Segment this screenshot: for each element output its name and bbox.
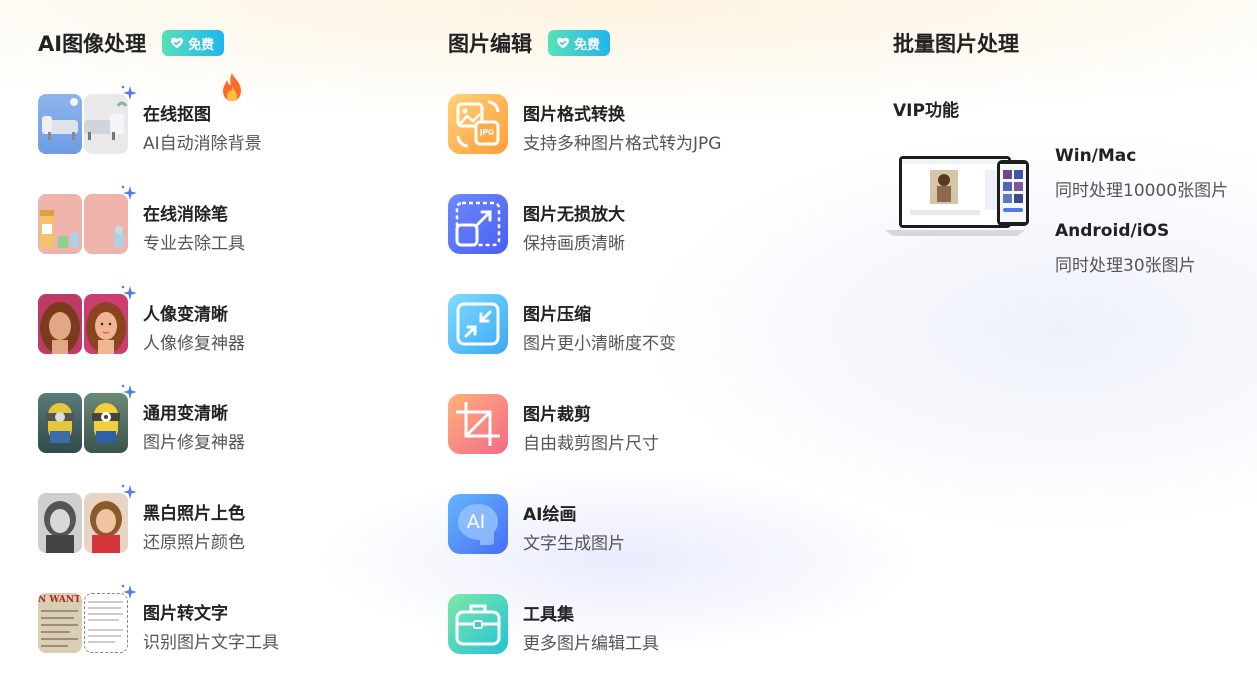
devices-illustration [885,156,1029,236]
tool-item-upscale[interactable]: 图片无损放大 保持画质清晰 [448,194,848,256]
general-enhance-desc: 图片修复神器 [143,433,245,453]
heart-icon [557,37,569,49]
tool-item-ai-painting[interactable]: AI AI绘画 文字生成图片 [448,494,848,556]
fire-icon [223,73,241,101]
platform-mobile-title: Android/iOS [1055,221,1170,241]
format-convert-desc: 支持多种图片格式转为JPG [523,134,722,154]
tool-item-ocr[interactable]: N WANTI 图片转文字 识别图片文字工具 [38,584,398,655]
tool-item-compress[interactable]: 图片压缩 图片更小清晰度不变 [448,294,848,356]
ai-painting-title: AI绘画 [523,505,577,525]
format-convert-icon: JPG [448,94,508,154]
compress-icon [448,294,508,354]
sparkle-icon [121,85,137,100]
ai-image-heading: AI图像处理 免费 [38,28,225,58]
free-badge-label: 免费 [574,37,601,53]
colorize-title: 黑白照片上色 [143,504,245,524]
sparkle-icon [121,384,137,399]
vip-label: VIP功能 [893,101,959,121]
colorize-desc: 还原照片颜色 [143,533,245,553]
sparkle-icon [121,484,137,499]
sparkle-icon [121,584,137,599]
sparkle-icon [121,185,137,200]
free-badge-label: 免费 [188,37,215,53]
free-badge: 免费 [162,30,225,56]
wanted-poster-text: N WANTI [38,595,82,605]
jpg-icon-label: JPG [479,128,495,137]
batch-title: 批量图片处理 [893,32,1019,56]
platform-desktop-desc: 同时处理10000张图片 [1055,181,1229,201]
ai-painting-icon: AI [448,494,508,554]
crop-title: 图片裁剪 [523,405,591,425]
tool-item-general-enhance[interactable]: 通用变清晰 图片修复神器 [38,384,398,455]
eraser-desc: 专业去除工具 [143,234,245,254]
compress-title: 图片压缩 [523,305,591,325]
eraser-title: 在线消除笔 [143,205,228,225]
remove-bg-desc: AI自动消除背景 [143,134,262,154]
colorize-thumbnail [38,484,137,553]
platform-desktop-title: Win/Mac [1055,146,1137,166]
toolkit-desc: 更多图片编辑工具 [523,634,659,654]
image-edit-heading: 图片编辑 免费 [448,28,611,58]
upscale-title: 图片无损放大 [523,205,625,225]
remove-bg-title: 在线抠图 [143,105,211,125]
tool-item-format-convert[interactable]: JPG 图片格式转换 支持多种图片格式转为JPG [448,94,848,156]
ai-image-title: AI图像处理 [38,32,147,56]
format-convert-title: 图片格式转换 [523,105,625,125]
ocr-title: 图片转文字 [143,604,228,624]
ai-icon-label: AI [466,511,486,533]
ocr-desc: 识别图片文字工具 [143,633,279,653]
crop-icon [448,394,508,454]
tool-item-crop[interactable]: 图片裁剪 自由裁剪图片尺寸 [448,394,848,456]
platform-mobile-desc: 同时处理30张图片 [1055,256,1196,276]
remove-bg-thumbnail [38,85,137,154]
eraser-thumbnail [38,185,137,254]
portrait-enhance-desc: 人像修复神器 [143,334,245,354]
ai-painting-desc: 文字生成图片 [523,534,625,554]
upscale-icon [448,194,508,254]
crop-desc: 自由裁剪图片尺寸 [523,434,659,454]
tool-item-portrait-enhance[interactable]: 人像变清晰 人像修复神器 [38,285,398,356]
general-enhance-thumbnail [38,384,137,453]
tool-item-toolkit[interactable]: 工具集 更多图片编辑工具 [448,594,848,656]
compress-desc: 图片更小清晰度不变 [523,334,676,354]
heart-icon [171,37,184,49]
image-edit-title: 图片编辑 [448,32,532,56]
tool-item-remove-bg[interactable]: 在线抠图 AI自动消除背景 [38,73,398,156]
toolbox-icon [448,594,508,654]
portrait-enhance-thumbnail [38,285,137,354]
tool-item-colorize[interactable]: 黑白照片上色 还原照片颜色 [38,484,398,555]
toolkit-title: 工具集 [523,605,574,625]
free-badge: 免费 [548,30,611,56]
general-enhance-title: 通用变清晰 [143,404,228,424]
portrait-enhance-title: 人像变清晰 [143,305,228,325]
sparkle-icon [121,285,137,300]
upscale-desc: 保持画质清晰 [523,234,625,254]
ocr-thumbnail: N WANTI [38,584,137,653]
tool-item-eraser[interactable]: 在线消除笔 专业去除工具 [38,185,398,256]
